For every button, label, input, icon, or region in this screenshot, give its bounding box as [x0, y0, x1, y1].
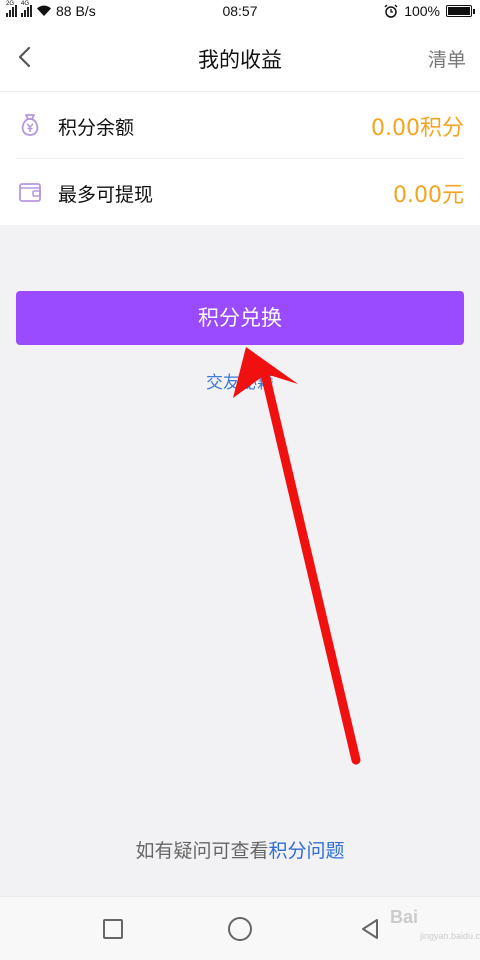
- baidu-watermark-url: jingyan.baidu.com: [420, 931, 480, 941]
- points-exchange-button[interactable]: 积分兑换: [16, 291, 464, 345]
- points-faq-link[interactable]: 积分问题: [269, 840, 345, 862]
- page-title: 我的收益: [198, 48, 282, 72]
- withdrawable-label: 最多可提现: [58, 184, 154, 206]
- withdrawable-row: 最多可提现 0.00元: [0, 159, 480, 225]
- help-hint: 如有疑问可查看积分问题: [0, 836, 480, 863]
- baidu-watermark: Bai: [390, 907, 419, 927]
- points-balance-row: 积分余额 0.00积分: [0, 92, 480, 158]
- battery-icon: [446, 5, 475, 17]
- wallet-icon: [19, 183, 41, 202]
- moneybag-icon: [21, 114, 39, 136]
- dating-tips-link[interactable]: 交友秘籍: [0, 368, 480, 393]
- points-balance-value: 0.00积分: [371, 116, 464, 141]
- home-button[interactable]: [228, 917, 252, 941]
- alarm-icon: [384, 4, 398, 18]
- battery-percent: 100%: [404, 3, 440, 19]
- statement-button[interactable]: 清单: [428, 45, 466, 72]
- withdrawable-value: 0.00元: [393, 183, 464, 208]
- points-balance-label: 积分余额: [58, 117, 135, 139]
- system-navigation-bar: Bai jingyan.baidu.com: [0, 896, 480, 960]
- top-nav-bar: 我的收益 清单: [0, 24, 480, 92]
- status-bar: 2G 4G 88 B/s 08:57 100%: [0, 0, 480, 24]
- recents-button[interactable]: [103, 919, 123, 939]
- back-triangle-icon[interactable]: [360, 917, 380, 941]
- balance-card: 积分余额 0.00积分 最多可提现 0.00元: [0, 92, 480, 225]
- help-hint-text: 如有疑问可查看: [135, 840, 269, 862]
